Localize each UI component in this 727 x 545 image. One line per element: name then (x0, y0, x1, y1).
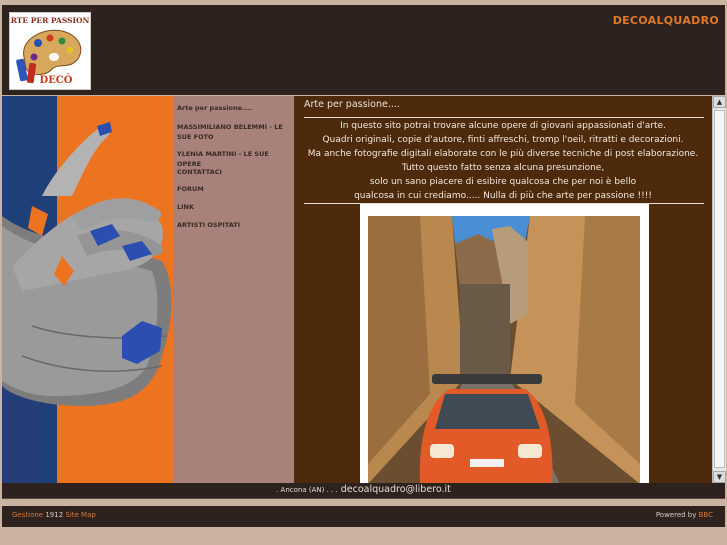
gestione-link[interactable]: Gestione (12, 511, 43, 519)
scroll-down-button[interactable]: ▼ (713, 471, 726, 483)
site-title: DECOALQUADRO (612, 14, 719, 27)
nav-item-ylenia-martini[interactable]: YLENIA MARTINI - LE SUE OPERE (177, 149, 291, 169)
nav-item-contattaci[interactable]: CONTATTACI (177, 167, 291, 177)
intro-line: Ma anche fotografie digitali elaborate c… (307, 149, 699, 159)
content-scrollbar[interactable]: ▲ ▼ (712, 96, 726, 483)
powered-by-link[interactable]: BBC (699, 511, 713, 519)
footer-left: Gestione 1912 Site Map (12, 511, 96, 519)
contact-email[interactable]: decoalquadro@libero.it (341, 484, 451, 495)
page-frame: ARTE PER PASSIONE DECÒ DECOALQUADRO (0, 0, 727, 545)
scroll-up-button[interactable]: ▲ (713, 96, 726, 108)
intro-line: solo un sano piacere di esibire qualcosa… (369, 177, 637, 187)
contact-text: . Ancona (AN) . . . decoalquadro@libero.… (2, 484, 725, 495)
footer: Gestione 1912 Site Map Powered by BBC (2, 506, 725, 527)
site-logo[interactable]: ARTE PER PASSIONE DECÒ (9, 12, 91, 90)
intro-line: Quadri originali, copie d'autore, finti … (322, 135, 684, 145)
contact-bar: . Ancona (AN) . . . decoalquadro@libero.… (2, 483, 725, 499)
intro-line: qualcosa in cui crediamo..... Nulla di p… (354, 191, 652, 201)
footer-right: Powered by BBC (656, 511, 713, 519)
intro-line: In questo sito potrai trovare alcune ope… (340, 121, 666, 131)
arrow-up-icon: ▲ (716, 98, 723, 106)
scroll-thumb[interactable] (714, 110, 725, 468)
visit-counter: 1912 (45, 511, 64, 519)
nav-item-artisti-ospitati[interactable]: ARTISTI OSPITATI (177, 220, 291, 230)
nav-item-link[interactable]: LINK (177, 202, 291, 212)
divider-top (304, 117, 704, 118)
sidebar-nav: Arte per passione.... MASSIMILIANO BELEM… (173, 96, 294, 483)
contact-prefix: . Ancona (AN) . . . (276, 486, 338, 494)
content-title: Arte per passione.... (304, 99, 400, 110)
logo-text-bottom: DECÒ (40, 74, 73, 86)
content-area: Arte per passione.... In questo sito pot… (294, 96, 712, 483)
site-map-link[interactable]: Site Map (65, 511, 95, 519)
palette-logo-icon: ARTE PER PASSIONE DECÒ (10, 13, 90, 89)
nav-item-massimiliano-belemmi[interactable]: MASSIMILIANO BELEMMI - LE SUE FOTO (177, 122, 291, 142)
main-area: Arte per passione.... MASSIMILIANO BELEM… (2, 96, 726, 483)
hands-photo (2, 96, 173, 483)
street-photo (360, 204, 649, 483)
logo-text-top: ARTE PER PASSIONE (10, 16, 90, 25)
nav-item-arte-per-passione[interactable]: Arte per passione.... (177, 103, 291, 113)
header: ARTE PER PASSIONE DECÒ DECOALQUADRO (2, 5, 725, 95)
powered-by-text: Powered by (655, 511, 697, 519)
intro-line: Tutto questo fatto senza alcuna presunzi… (401, 163, 605, 173)
arrow-down-icon: ▼ (716, 473, 723, 481)
nav-item-forum[interactable]: FORUM (177, 184, 291, 194)
